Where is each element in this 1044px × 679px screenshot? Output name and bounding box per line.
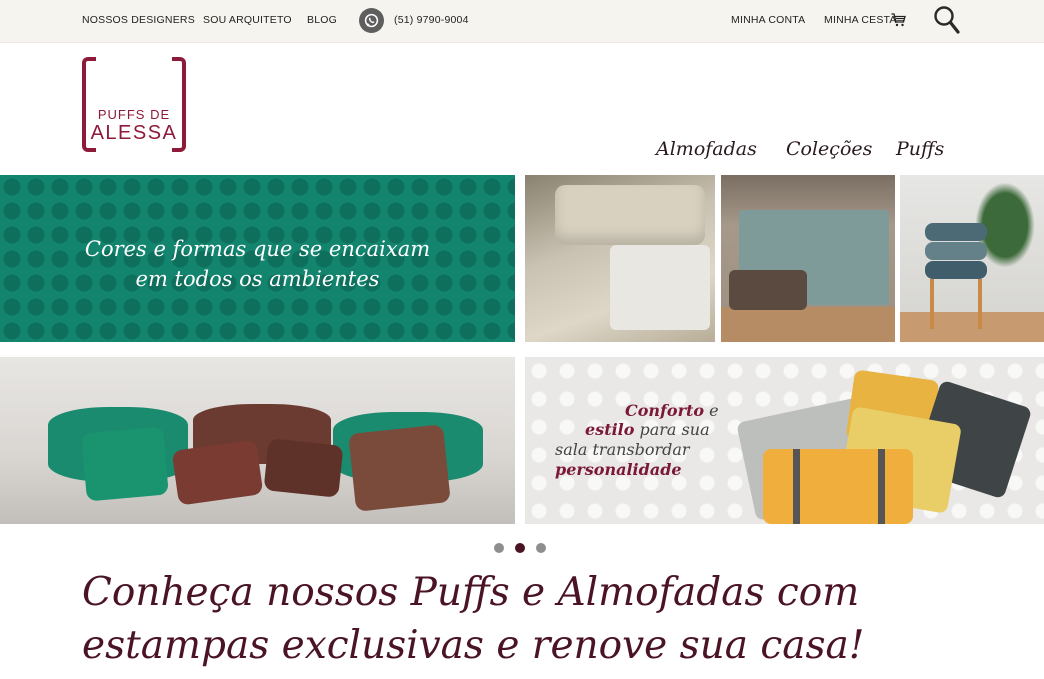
cart-icon[interactable]: [891, 13, 906, 32]
banner-caption-line-2: em todos os ambientes: [135, 267, 380, 291]
slider-dot-3[interactable]: [536, 543, 546, 553]
nav-link-sou-arquiteto[interactable]: SOU ARQUITETO: [203, 14, 292, 26]
headline-line-1: Conheça nossos Puffs e Almofadas com: [82, 570, 860, 615]
main-nav-colecoes[interactable]: Coleções: [786, 138, 872, 160]
cushion-shape: [81, 426, 169, 502]
nav-link-nossos-designers[interactable]: NOSSOS DESIGNERS: [82, 14, 195, 26]
banner-conforto-estilo[interactable]: Conforto e estilo para sua sala transbor…: [525, 357, 1044, 524]
banner-text-line-2: estilo para sua: [585, 420, 710, 439]
banner-text-emphasis: Conforto: [625, 401, 705, 420]
stripe-shape: [878, 449, 885, 524]
whatsapp-icon: [359, 8, 384, 33]
bench-shape: [729, 270, 807, 310]
nav-link-blog[interactable]: BLOG: [307, 14, 337, 26]
cushion-shape: [925, 261, 987, 279]
banner-ambientes[interactable]: Cores e formas que se encaixam em todos …: [0, 175, 515, 342]
banner-text-emphasis: personalidade: [555, 460, 682, 479]
cart-link[interactable]: MINHA CESTA: [824, 14, 897, 26]
stool-shape: [930, 279, 982, 329]
ottoman-shape: [555, 185, 705, 245]
banner-puffs-photo[interactable]: [0, 357, 515, 524]
logo-line-1: PUFFS DE: [97, 107, 171, 122]
top-bar: NOSSOS DESIGNERS SOU ARQUITETO BLOG (51)…: [0, 0, 1044, 43]
brand-logo[interactable]: PUFFS DE ALESSA: [82, 57, 186, 152]
banner-caption-line-1: Cores e formas que se encaixam: [84, 237, 431, 261]
cushion-shape: [925, 223, 987, 241]
phone-number[interactable]: (51) 9790-9004: [394, 14, 469, 26]
cushion-shape: [171, 439, 264, 506]
banner-photo-collage[interactable]: [525, 175, 1044, 342]
stripe-shape: [793, 449, 800, 524]
main-nav-puffs[interactable]: Puffs: [896, 138, 944, 160]
account-link[interactable]: MINHA CONTA: [731, 14, 805, 26]
slider-dot-2[interactable]: [515, 543, 525, 553]
photo-ottoman-with-cushions: [525, 175, 715, 342]
cushion-shape: [348, 424, 451, 512]
cushion-shape: [925, 242, 987, 260]
banner-text-emphasis: estilo: [585, 420, 635, 439]
photo-stool-cushions: [900, 175, 1044, 342]
headline-line-2: estampas exclusivas e renove sua casa!: [82, 623, 865, 668]
cushion-shape: [263, 438, 344, 498]
cushion-shape: [610, 245, 710, 330]
banner-text: para sua: [634, 420, 710, 439]
floor-shape: [721, 307, 895, 342]
cushion-shape: [763, 449, 913, 524]
logo-line-2: ALESSA: [90, 122, 178, 144]
photo-bedroom: [721, 175, 895, 342]
banner-text-line-4: personalidade: [555, 460, 682, 479]
main-nav-almofadas[interactable]: Almofadas: [656, 138, 757, 160]
slider-dot-1[interactable]: [494, 543, 504, 553]
banner-text: e: [704, 401, 719, 420]
search-icon[interactable]: [933, 5, 961, 40]
banner-text-line-3: sala transbordar: [555, 440, 690, 459]
banner-text-line-1: Conforto e: [625, 401, 719, 420]
